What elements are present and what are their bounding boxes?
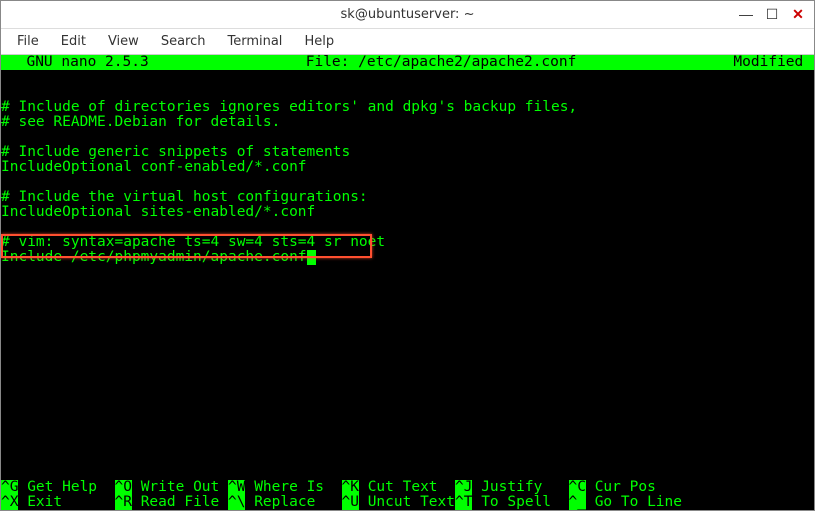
menu-file[interactable]: File: [7, 31, 49, 52]
nano-app-name: GNU nano 2.5.3: [3, 55, 149, 70]
shortcut-key-cur-pos: ^C: [569, 480, 586, 495]
nano-file-label: File: /etc/apache2/apache2.conf: [149, 55, 734, 70]
shortcut-label-write-out: Write Out: [132, 479, 228, 495]
nano-shortcut-footer: ^G Get Help ^O Write Out ^W Where Is ^K …: [1, 480, 814, 510]
shortcut-label-read-file: Read File: [132, 494, 228, 510]
shortcut-row-2: ^X Exit ^R Read File ^\ Replace ^U Uncut…: [1, 495, 814, 510]
shortcut-key-replace: ^\: [228, 495, 245, 510]
menu-search[interactable]: Search: [151, 31, 216, 52]
editor-body[interactable]: # Include of directories ignores editors…: [1, 70, 814, 265]
shortcut-key-justify: ^J: [455, 480, 472, 495]
minimize-button[interactable]: —: [734, 3, 758, 25]
editor-line: # see README.Debian for details.: [1, 115, 814, 130]
window-controls: — ☐ ✕: [734, 3, 810, 25]
shortcut-label-exit: Exit: [18, 494, 114, 510]
shortcut-key-read-file: ^R: [115, 495, 132, 510]
window-title: sk@ubuntuserver: ~: [341, 7, 475, 22]
nano-status: Modified: [733, 55, 812, 70]
shortcut-key-goto-line: ^_: [569, 495, 586, 510]
editor-line: # Include generic snippets of statements: [1, 145, 814, 160]
editor-line: # Include the virtual host configuration…: [1, 190, 814, 205]
shortcut-key-uncut-text: ^U: [342, 495, 359, 510]
terminal-area[interactable]: GNU nano 2.5.3 File: /etc/apache2/apache…: [1, 55, 814, 510]
shortcut-key-exit: ^X: [1, 495, 18, 510]
window-titlebar: sk@ubuntuserver: ~ — ☐ ✕: [1, 1, 814, 29]
editor-line: # vim: syntax=apache ts=4 sw=4 sts=4 sr …: [1, 235, 814, 250]
shortcut-key-where-is: ^W: [228, 480, 245, 495]
shortcut-key-cut-text: ^K: [342, 480, 359, 495]
shortcut-label-uncut-text: Uncut Text: [359, 494, 455, 510]
shortcut-label-justify: Justify: [472, 479, 568, 495]
menu-terminal[interactable]: Terminal: [217, 31, 292, 52]
editor-line: IncludeOptional conf-enabled/*.conf: [1, 160, 814, 175]
nano-header: GNU nano 2.5.3 File: /etc/apache2/apache…: [1, 55, 814, 70]
shortcut-label-get-help: Get Help: [18, 479, 114, 495]
shortcut-label-cut-text: Cut Text: [359, 479, 455, 495]
editor-line: IncludeOptional sites-enabled/*.conf: [1, 205, 814, 220]
maximize-button[interactable]: ☐: [760, 3, 784, 25]
shortcut-label-where-is: Where Is: [245, 479, 341, 495]
cursor-icon: [307, 250, 316, 265]
menu-view[interactable]: View: [98, 31, 149, 52]
shortcut-label-replace: Replace: [245, 494, 341, 510]
shortcut-label-goto-line: Go To Line: [586, 494, 682, 510]
shortcut-label-to-spell: To Spell: [472, 494, 568, 510]
menu-help[interactable]: Help: [294, 31, 344, 52]
shortcut-key-to-spell: ^T: [455, 495, 472, 510]
editor-line-highlighted: Include /etc/phpmyadmin/apache.conf: [1, 250, 814, 265]
close-button[interactable]: ✕: [786, 3, 810, 25]
editor-line: # Include of directories ignores editors…: [1, 100, 814, 115]
shortcut-row-1: ^G Get Help ^O Write Out ^W Where Is ^K …: [1, 480, 814, 495]
menu-bar: File Edit View Search Terminal Help: [1, 29, 814, 55]
shortcut-label-cur-pos: Cur Pos: [586, 479, 656, 495]
menu-edit[interactable]: Edit: [51, 31, 96, 52]
shortcut-key-write-out: ^O: [115, 480, 132, 495]
shortcut-key-get-help: ^G: [1, 480, 18, 495]
